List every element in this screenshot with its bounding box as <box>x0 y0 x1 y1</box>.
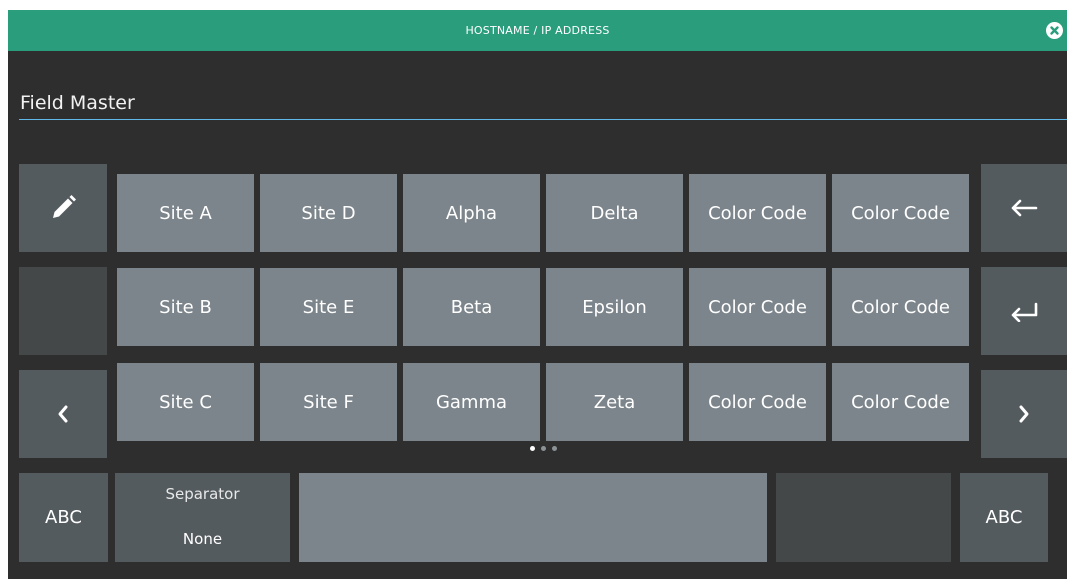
backspace-button[interactable] <box>981 164 1067 252</box>
grid-key-label: Color Code <box>851 202 950 224</box>
pencil-icon <box>48 193 78 223</box>
arrow-left-icon <box>1008 198 1040 218</box>
abc-right-label: ABC <box>985 507 1023 528</box>
grid-key-label: Site B <box>159 296 212 318</box>
page-dot <box>530 446 535 451</box>
grid-key-label: Epsilon <box>582 296 647 318</box>
grid-key-label: Color Code <box>708 391 807 413</box>
hostname-keyboard-dialog: HOSTNAME / IP ADDRESS Field Master Site … <box>8 10 1067 579</box>
grid-key-label: Site F <box>303 391 354 413</box>
abc-left-label: ABC <box>45 507 82 528</box>
hostname-input[interactable]: Field Master <box>19 88 1067 120</box>
chevron-right-icon <box>1016 403 1032 425</box>
grid-key[interactable]: Color Code <box>689 268 826 346</box>
previous-page-button[interactable] <box>19 370 107 458</box>
title-bar: HOSTNAME / IP ADDRESS <box>8 10 1067 51</box>
grid-key-label: Color Code <box>851 296 950 318</box>
empty-bottom-key <box>776 473 951 562</box>
grid-key[interactable]: Site C <box>117 363 254 441</box>
grid-key[interactable]: Color Code <box>832 174 969 252</box>
grid-key-label: Site E <box>302 296 355 318</box>
grid-key[interactable]: Beta <box>403 268 540 346</box>
separator-button[interactable]: Separator None <box>115 473 290 562</box>
grid-key-label: Color Code <box>708 296 807 318</box>
page-dot <box>541 446 546 451</box>
separator-value: None <box>182 530 223 548</box>
abc-right-button[interactable]: ABC <box>960 473 1048 562</box>
grid-key[interactable]: Site D <box>260 174 397 252</box>
grid-key-label: Delta <box>590 202 639 224</box>
grid-key-label: Color Code <box>851 391 950 413</box>
grid-key[interactable]: Zeta <box>546 363 683 441</box>
page-indicator <box>526 446 566 456</box>
abc-left-button[interactable]: ABC <box>19 473 108 562</box>
return-arrow-icon <box>1007 300 1041 322</box>
chevron-left-icon <box>55 403 71 425</box>
next-page-button[interactable] <box>981 370 1067 458</box>
grid-key-label: Site C <box>159 391 212 413</box>
separator-label: Separator <box>165 485 240 503</box>
page-dot <box>552 446 557 451</box>
grid-key-label: Zeta <box>593 391 636 413</box>
grid-key[interactable]: Site F <box>260 363 397 441</box>
grid-key[interactable]: Site E <box>260 268 397 346</box>
grid-key-label: Site A <box>159 202 212 224</box>
edit-button[interactable] <box>19 164 107 252</box>
grid-key[interactable]: Color Code <box>689 363 826 441</box>
grid-key-label: Alpha <box>445 202 498 224</box>
grid-key[interactable]: Epsilon <box>546 268 683 346</box>
grid-key[interactable]: Delta <box>546 174 683 252</box>
grid-key[interactable]: Site A <box>117 174 254 252</box>
grid-key[interactable]: Color Code <box>832 363 969 441</box>
grid-key-label: Gamma <box>435 391 508 413</box>
grid-key-label: Color Code <box>708 202 807 224</box>
close-icon[interactable] <box>1046 22 1063 39</box>
grid-key-label: Site D <box>301 202 356 224</box>
grid-key[interactable]: Color Code <box>689 174 826 252</box>
empty-key <box>19 267 107 355</box>
enter-button[interactable] <box>981 267 1067 355</box>
grid-key[interactable]: Site B <box>117 268 254 346</box>
dialog-title: HOSTNAME / IP ADDRESS <box>465 24 610 37</box>
grid-key[interactable]: Color Code <box>832 268 969 346</box>
grid-key-label: Beta <box>450 296 493 318</box>
grid-key[interactable]: Gamma <box>403 363 540 441</box>
space-key[interactable] <box>299 473 767 562</box>
grid-key[interactable]: Alpha <box>403 174 540 252</box>
